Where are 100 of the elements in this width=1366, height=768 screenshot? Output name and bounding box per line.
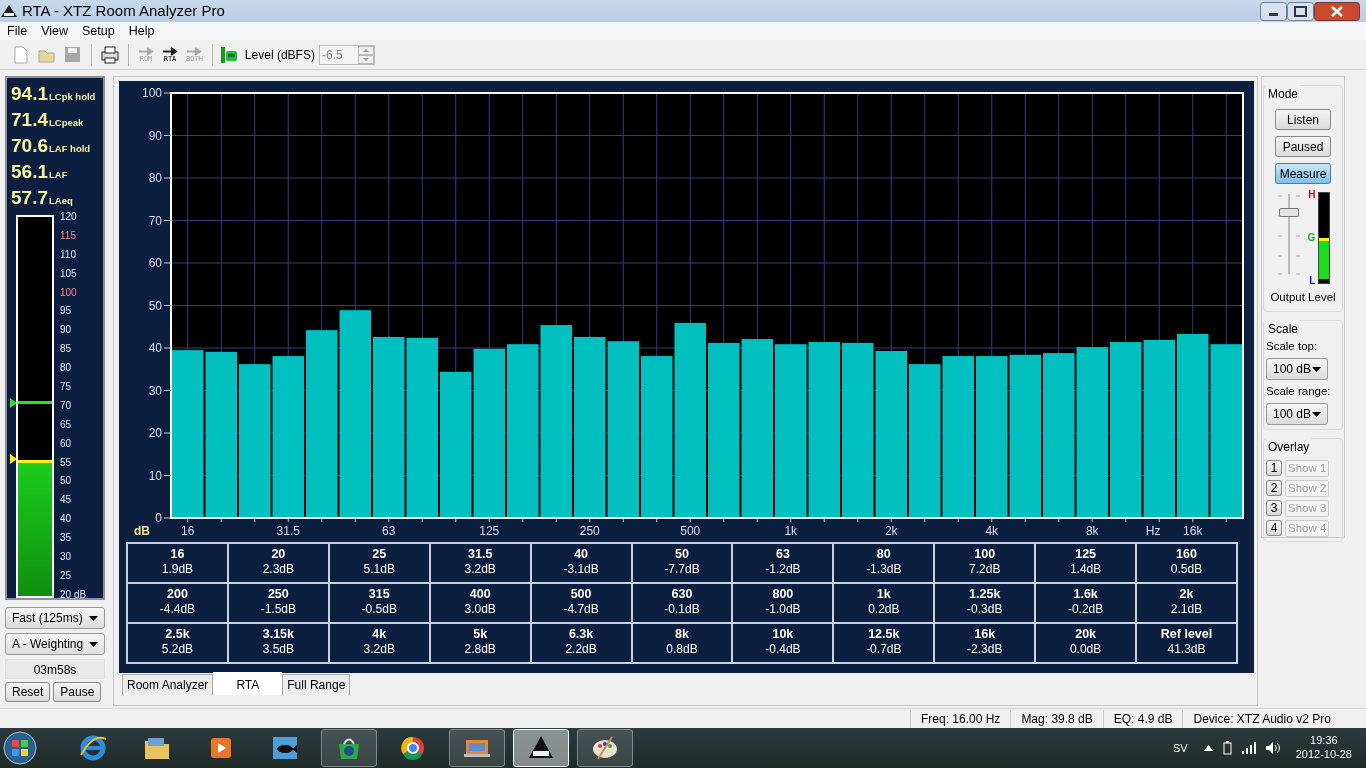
band-label: 63 xyxy=(774,547,791,562)
status-text: Mag: 39.8 dB xyxy=(1010,709,1103,728)
band-label: 250 xyxy=(266,587,290,602)
band-value: -0.4dB xyxy=(764,642,802,657)
printer-icon xyxy=(101,45,119,64)
band-value: -0.7dB xyxy=(865,642,903,657)
band-value: -0.3dB xyxy=(966,602,1004,617)
axis-title: Hz xyxy=(1145,524,1161,538)
scale-label: 70 xyxy=(60,398,73,413)
tab[interactable]: RTA xyxy=(213,672,283,695)
band-label: 125 xyxy=(1074,547,1098,562)
dropdown-caret-icon xyxy=(89,615,98,621)
scale-label: 65 xyxy=(60,417,73,432)
minimize-button[interactable] xyxy=(1260,1,1287,21)
mode-button[interactable]: Paused xyxy=(1275,136,1331,158)
action-button[interactable]: Pause xyxy=(53,682,102,702)
maximize-button[interactable] xyxy=(1287,1,1314,21)
scale-label: 60 xyxy=(60,436,73,451)
tick-label: 90 xyxy=(148,128,162,143)
start-button[interactable] xyxy=(0,729,40,767)
mode-button[interactable]: Measure xyxy=(1275,163,1331,185)
menu-item[interactable]: View xyxy=(41,21,69,41)
scale-label: 120 xyxy=(60,210,78,224)
scale-top-dropdown[interactable]: 100 dB xyxy=(1266,358,1328,380)
band-value: -0.5dB xyxy=(360,602,398,617)
signal-icon[interactable] xyxy=(1241,742,1256,754)
scale-label: 105 xyxy=(60,266,78,281)
status-text: Freq: 16.00 Hz xyxy=(910,709,1011,728)
scale-range-dropdown[interactable]: 100 dB xyxy=(1266,403,1328,426)
app-logo-icon xyxy=(0,4,18,18)
band-label: 1k xyxy=(875,587,892,602)
arrow-icon xyxy=(162,46,178,56)
band-value: -1.5dB xyxy=(259,602,298,617)
tick-label: 2k xyxy=(884,524,898,538)
band-label: 800 xyxy=(771,587,795,602)
dropdown-caret-icon xyxy=(1312,411,1321,417)
weighting-dropdown[interactable]: A - Weighting xyxy=(5,633,105,655)
tick-label: 125 xyxy=(479,524,500,538)
menu-item[interactable]: Setup xyxy=(82,21,115,41)
language-indicator[interactable]: SV xyxy=(1173,739,1188,757)
readout-label: LAF xyxy=(49,168,68,180)
band-label: 50 xyxy=(674,547,690,562)
slider-thumb[interactable] xyxy=(1278,207,1299,217)
band-value: -0.2dB xyxy=(1066,602,1105,617)
tab[interactable]: Room Analyzer xyxy=(122,674,214,695)
field-label: Scale top: xyxy=(1266,338,1319,354)
status-text: Device: XTZ Audio v2 Pro xyxy=(1182,709,1341,728)
band-value: -2.3dB xyxy=(966,642,1004,657)
response-dropdown[interactable]: Fast (125ms) xyxy=(5,607,105,629)
tick-label: 30 xyxy=(148,383,162,398)
band-label: 2.5k xyxy=(164,627,191,642)
scale-label: 45 xyxy=(60,493,73,508)
show-hidden-icons-icon[interactable] xyxy=(1203,745,1213,751)
clock-date[interactable]: 2012-10-28 xyxy=(1295,748,1352,762)
floppy-icon xyxy=(64,45,82,64)
tick-label: 100 xyxy=(141,86,162,100)
scale-label: 115 xyxy=(60,228,77,243)
tick-label: 80 xyxy=(148,171,162,185)
scale-label: 20 dB xyxy=(60,587,87,602)
band-value: 3.5dB xyxy=(261,642,296,657)
band-label: 25 xyxy=(371,547,388,562)
clock-time[interactable]: 19:36 xyxy=(1295,734,1352,748)
readout-value: 94.1 xyxy=(11,84,48,104)
meter-mark: H xyxy=(1308,190,1316,201)
mode-button[interactable]: Listen xyxy=(1275,109,1331,131)
band-label: 1.6k xyxy=(1072,587,1099,602)
menu-item[interactable]: Help xyxy=(128,21,155,41)
field-label: Scale range: xyxy=(1266,384,1332,399)
group-title: Overlay xyxy=(1266,438,1312,457)
close-button[interactable] xyxy=(1314,1,1360,21)
band-value: 5.2dB xyxy=(160,642,195,657)
band-value: 3.2dB xyxy=(463,562,497,577)
tick-label: 63 xyxy=(382,524,396,538)
band-label: 8k xyxy=(674,627,690,642)
tab[interactable]: Full Range xyxy=(282,674,351,695)
menu-item[interactable]: File xyxy=(7,21,28,41)
elapsed-time: 03m58s xyxy=(5,659,105,679)
speaker-icon[interactable] xyxy=(1265,742,1280,754)
band-value: 2.8dB xyxy=(463,642,497,657)
scale-label: 40 xyxy=(60,512,73,527)
band-value: 41.3dB xyxy=(1166,642,1207,657)
scale-label: 50 xyxy=(60,474,73,489)
print-button[interactable] xyxy=(99,45,121,64)
scale-label: 100 xyxy=(60,285,78,300)
band-label: 630 xyxy=(670,587,694,602)
meter-mark: L xyxy=(1309,276,1316,287)
dropdown-caret-icon xyxy=(1312,366,1321,372)
dropdown-caret-icon xyxy=(89,641,98,647)
tick-label: 1k xyxy=(784,524,798,538)
band-value: -3.1dB xyxy=(562,562,600,577)
band-label: 4k xyxy=(371,627,388,642)
band-label: 40 xyxy=(573,547,590,562)
taskbar-button[interactable] xyxy=(577,729,633,767)
band-value: 7.2dB xyxy=(968,562,1002,577)
tick-label: 8k xyxy=(1085,524,1099,538)
readout-value: 56.1 xyxy=(11,162,48,182)
band-label: 100 xyxy=(973,547,997,562)
battery-icon[interactable] xyxy=(1222,741,1232,755)
band-value: 1.9dB xyxy=(160,562,195,577)
action-button[interactable]: Reset xyxy=(5,682,51,702)
